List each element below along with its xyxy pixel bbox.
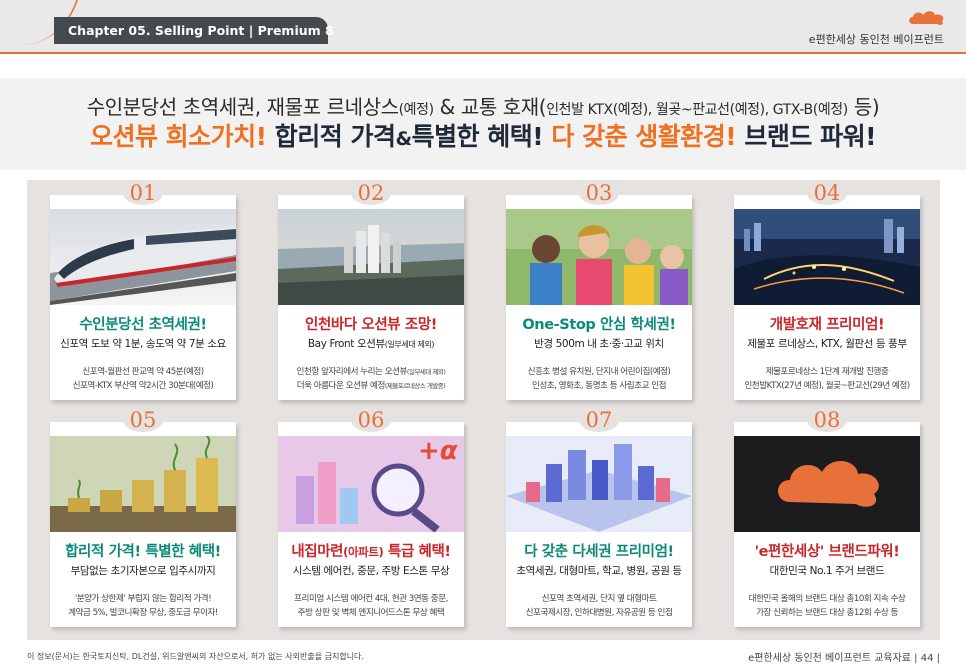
card-subtitle: 신포역 도보 약 1분, 송도역 약 7분 소요	[60, 338, 226, 350]
headline-title: 오션뷰 희소가치! 합리적 가격&특별한 혜택! 다 갖춘 생활환경! 브랜드 …	[89, 122, 877, 151]
card-number: 08	[734, 408, 920, 432]
plus-alpha-label: +α	[418, 436, 458, 466]
card-detail: 신포역-월판선 판교역 약 45분(예정) 신포역-KTX 부산역 약2시간 30…	[72, 367, 214, 391]
chapter-tab: Chapter 05. Selling Point | Premium 8	[54, 17, 334, 44]
premium-card-05: 05 합리적 가격! 특별한 혜택! 부담없는 초기자본으로 입주시까지 '분양…	[50, 408, 236, 627]
isometric-city-photo	[506, 436, 692, 532]
card-subtitle: 초역세권, 대형마트, 학교, 병원, 공원 등	[516, 565, 682, 577]
brand-cloud-logo-icon	[909, 11, 944, 25]
premium-card-04: 04 개발호재 프리미엄! 제물포 르네상스, KTX, 월판선 등 풍부 제물…	[734, 181, 920, 400]
card-subtitle: 제물포 르네상스, KTX, 월판선 등 풍부	[747, 338, 907, 350]
card-title: 개발호재 프리미엄!	[769, 317, 885, 333]
oceanview-photo	[278, 209, 464, 305]
night-city-photo	[734, 209, 920, 305]
footer-page-label: e편한세상 동인천 베이프런트 교육자료 | 44 |	[748, 653, 940, 664]
card-number: 03	[506, 181, 692, 205]
card-title: 인천바다 오션뷰 조망!	[305, 317, 437, 333]
card-title: 다 갖춘 다세권 프리미엄!	[524, 544, 674, 560]
card-subtitle: 대한민국 No.1 주거 브랜드	[769, 565, 885, 577]
header-divider	[0, 52, 966, 54]
students-photo	[506, 209, 692, 305]
card-detail: 제물포르네상스 1단계 재개발 진행중 인천발KTX(27년 예정), 월곶~판교…	[744, 367, 910, 391]
card-title: 'e편한세상' 브랜드파워!	[754, 544, 900, 560]
card-number: 02	[278, 181, 464, 205]
premium-card-01: 01 수인분당선 초역세권! 신포역 도보 약 1분, 송도역 약 7분 소요 …	[50, 181, 236, 400]
card-number: 04	[734, 181, 920, 205]
card-detail: '분양가 상한제' 부럽지 않는 합리적 가격! 계약금 5%, 발코니확장 무상…	[68, 594, 218, 618]
premium-card-03: 03 One-Stop 안심 학세권! 반경 500m 내 초·중·고교 위치 …	[506, 181, 692, 400]
premium-card-06: 06 +α 내집마련(아파트) 특급 혜택! 시스템 에어컨, 중문, 주방 E…	[278, 408, 464, 627]
card-title: 합리적 가격! 특별한 혜택!	[65, 544, 221, 560]
card-subtitle: 반경 500m 내 초·중·고교 위치	[534, 338, 664, 350]
footer-disclaimer: 이 정보(문서)는 한국토지신탁, DL건설, 위드알앤씨의 자산으로서, 허가…	[27, 652, 364, 661]
magnifier-chart-photo: +α	[278, 436, 464, 532]
card-detail: 신포역 초역세권, 단지 옆 대형마트 신포국제시장, 인하대병원, 자유공원 등…	[525, 594, 673, 618]
card-title: 수인분당선 초역세권!	[79, 317, 207, 333]
card-detail: 대한민국 올해의 브랜드 대상 총10회 지속 수상 가장 신뢰하는 브랜드 대상…	[748, 594, 906, 618]
card-number: 01	[50, 181, 236, 205]
train-photo	[50, 209, 236, 305]
card-title: One-Stop 안심 학세권!	[522, 317, 676, 333]
headline-subtitle: 수인분당선 초역세권, 재물포 르네상스(예정) & 교통 호재(인천발 KTX…	[86, 95, 880, 119]
card-number: 07	[506, 408, 692, 432]
premium-card-02: 02 인천바다 오션뷰 조망! Bay Front 오션뷰(일부세대 제외) 인…	[278, 181, 464, 400]
coins-growth-photo	[50, 436, 236, 532]
card-title: 내집마련(아파트) 특급 혜택!	[291, 544, 451, 560]
card-subtitle: 부담없는 초기자본으로 입주시까지	[70, 565, 216, 577]
card-detail: 인천항 앞자리에서 누리는 오션뷰(일부세대 제외) 더욱 아름다운 오션뷰 예정…	[296, 367, 446, 391]
card-subtitle: 시스템 에어컨, 중문, 주방 E스톤 무상	[292, 565, 450, 577]
premium-card-07: 07 다 갖춘 다세권 프리미엄! 초역세권, 대형마트, 학교, 병원, 공원…	[506, 408, 692, 627]
card-subtitle: Bay Front 오션뷰(일부세대 제외)	[307, 338, 435, 350]
card-number: 06	[278, 408, 464, 432]
brand-name: e편한세상 동인천 베이프런트	[808, 33, 944, 46]
brand-logo-panel	[734, 436, 920, 532]
premium-card-08: 08 'e편한세상' 브랜드파워! 대한민국 No.1 주거 브랜드 대한민국 …	[734, 408, 920, 627]
card-number: 05	[50, 408, 236, 432]
card-detail: 프리미엄 시스템 에어컨 4대, 현관 3연동 중문, 주방 상판 및 벽체 엔지…	[294, 594, 448, 618]
card-detail: 신흥초 병설 유치원, 단지내 어린이집(예정) 인성초, 영화초, 동명초 등 …	[527, 367, 671, 391]
